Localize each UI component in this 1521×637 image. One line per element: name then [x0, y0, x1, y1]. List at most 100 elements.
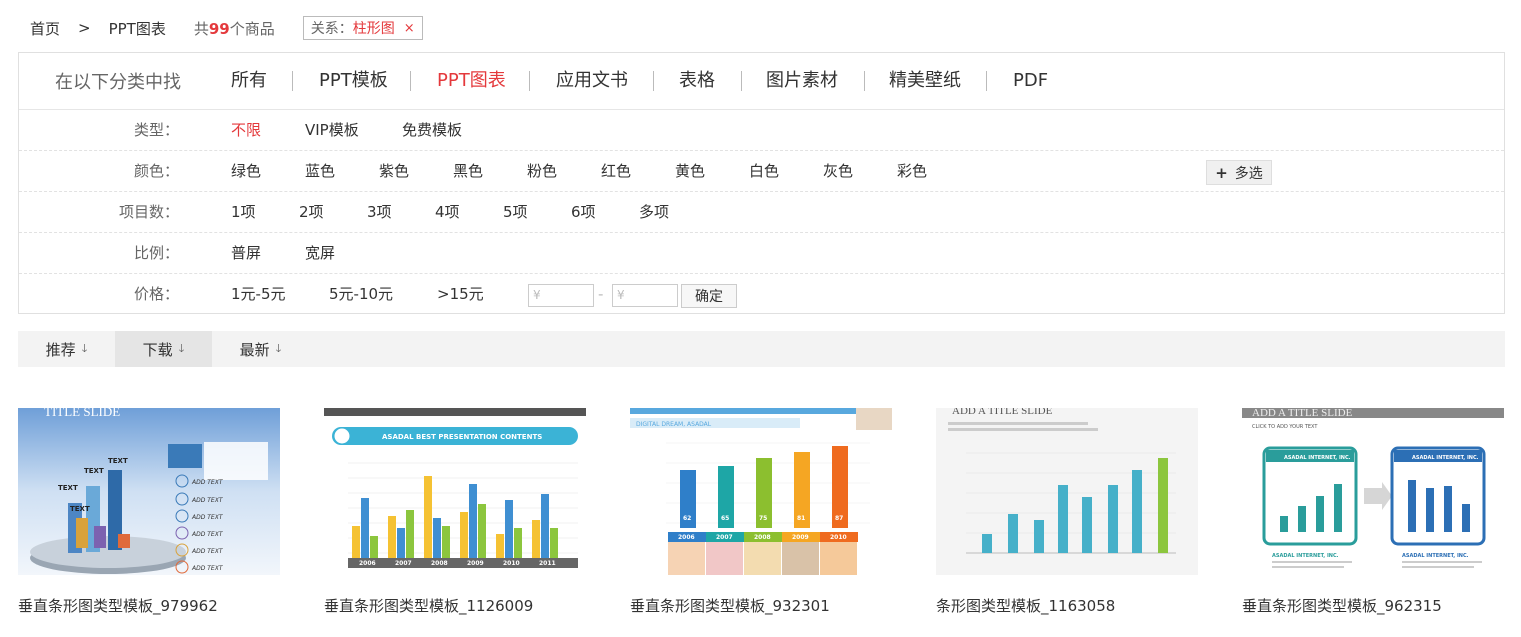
item-count-option[interactable]: 5项 [503, 192, 528, 232]
product-title[interactable]: 垂直条形图类型模板_932301 [630, 595, 892, 616]
thumb-year: 2010 [830, 534, 847, 541]
price-max-input[interactable]: ¥ [612, 284, 678, 307]
product-thumbnail[interactable]: TITLE SLIDE TEXT TEXT TEXT TEXT ADD TEXT… [18, 408, 280, 575]
color-option[interactable]: 彩色 [897, 151, 927, 191]
thumb-year: 2006 [678, 534, 695, 541]
sort-bar: 推荐 🡓 下载 🡓 最新 🡓 [18, 331, 1505, 367]
category-images[interactable]: 图片素材 [766, 53, 838, 109]
product-thumbnail[interactable]: ADD A TITLE SLIDE CLICK TO ADD YOUR TEXT… [1242, 408, 1504, 575]
category-divider [410, 71, 411, 91]
result-count: 共99个商品 [194, 18, 275, 39]
breadcrumb-home-link[interactable]: 首页 [30, 18, 60, 39]
ratio-option-wide[interactable]: 宽屏 [305, 233, 335, 273]
thumb-value: 65 [721, 515, 729, 522]
category-wallpapers[interactable]: 精美壁纸 [889, 53, 961, 109]
color-option[interactable]: 白色 [749, 151, 779, 191]
product-title[interactable]: 垂直条形图类型模板_1126009 [324, 595, 586, 616]
thumb-label: TEXT [108, 457, 128, 465]
arrow-down-icon: 🡓 [178, 341, 185, 355]
product-thumbnail[interactable]: ADD A TITLE SLIDE [936, 408, 1198, 575]
product-title[interactable]: 垂直条形图类型模板_962315 [1242, 595, 1504, 616]
thumb-panel-title: ASADAL INTERNET, INC. [1272, 553, 1339, 559]
color-option[interactable]: 粉色 [527, 151, 557, 191]
sort-downloads[interactable]: 下载 🡓 [115, 331, 212, 367]
thumb-add-text: ADD TEXT [191, 497, 224, 504]
result-count-prefix: 共 [193, 19, 209, 38]
thumb-add-text: ADD TEXT [191, 531, 224, 538]
price-option[interactable]: >15元 [437, 274, 484, 314]
category-documents[interactable]: 应用文书 [556, 53, 628, 109]
category-ppt-template[interactable]: PPT模板 [319, 53, 388, 109]
color-option[interactable]: 黄色 [675, 151, 705, 191]
item-count-option[interactable]: 2项 [299, 192, 324, 232]
product-card[interactable]: TITLE SLIDE TEXT TEXT TEXT TEXT ADD TEXT… [18, 408, 280, 616]
product-card[interactable]: ADD A TITLE SLIDE 条形图类型模板_1163058 [936, 408, 1198, 616]
price-option[interactable]: 5元-10元 [329, 274, 393, 314]
result-count-number: 99 [208, 19, 230, 38]
thumbnail-colorful-column-chart: DIGITAL DREAM, ASADAL 62 65 75 81 87 2006 200… [630, 408, 892, 575]
thumb-label: TEXT [70, 505, 90, 513]
thumb-header: ASADAL BEST PRESENTATION CONTENTS [382, 433, 542, 441]
item-count-option[interactable]: 4项 [435, 192, 460, 232]
category-tables[interactable]: 表格 [679, 53, 715, 109]
category-ppt-chart[interactable]: PPT图表 [437, 53, 506, 109]
breadcrumb-separator: > [78, 19, 91, 37]
color-option[interactable]: 红色 [601, 151, 631, 191]
thumb-year: 2008 [431, 560, 448, 567]
item-count-option[interactable]: 1项 [231, 192, 256, 232]
thumb-year: 2011 [539, 560, 556, 567]
color-option[interactable]: 灰色 [823, 151, 853, 191]
sort-recommended[interactable]: 推荐 🡓 [18, 331, 115, 367]
color-option[interactable]: 紫色 [379, 151, 409, 191]
category-divider [653, 71, 654, 91]
thumb-add-text: ADD TEXT [191, 565, 224, 572]
thumbnail-multicolor-bar-chart: ASADAL BEST PRESENTATION CONTENTS 2006 20… [324, 408, 586, 575]
thumb-label: TEXT [84, 467, 104, 475]
category-divider [529, 71, 530, 91]
filter-box: 在以下分类中找 所有 PPT模板 PPT图表 应用文书 表格 图片素材 精美壁纸… [18, 52, 1505, 314]
filter-tag-close-icon[interactable]: × [404, 21, 415, 36]
filter-row-ratio: 比例： 普屏 宽屏 [19, 233, 1504, 274]
arrow-down-icon: 🡓 [81, 341, 88, 355]
type-option-unlimited[interactable]: 不限 [231, 110, 261, 150]
category-divider [986, 71, 987, 91]
thumb-panel-title: ASADAL INTERNET, INC. [1402, 553, 1469, 559]
product-title[interactable]: 垂直条形图类型模板_979962 [18, 595, 280, 616]
item-count-option[interactable]: 6项 [571, 192, 596, 232]
thumb-value: 62 [683, 515, 691, 522]
filter-tag-value: 柱形图 [352, 21, 395, 37]
color-option[interactable]: 绿色 [231, 151, 261, 191]
type-option-free[interactable]: 免费模板 [402, 110, 462, 150]
product-thumbnail[interactable]: DIGITAL DREAM, ASADAL 62 65 75 81 87 2006 200… [630, 408, 892, 575]
product-card[interactable]: DIGITAL DREAM, ASADAL 62 65 75 81 87 2006 200… [630, 408, 892, 616]
thumb-year: 2010 [503, 560, 520, 567]
thumb-year: 2008 [754, 534, 771, 541]
item-count-option[interactable]: 3项 [367, 192, 392, 232]
product-title[interactable]: 条形图类型模板_1163058 [936, 595, 1198, 616]
price-min-input[interactable]: ¥ [528, 284, 594, 307]
thumb-add-text: ADD TEXT [191, 479, 224, 486]
color-option[interactable]: 蓝色 [305, 151, 335, 191]
thumb-click: CLICK TO ADD YOUR TEXT [1252, 424, 1318, 430]
ratio-option-standard[interactable]: 普屏 [231, 233, 261, 273]
breadcrumb-current[interactable]: PPT图表 [109, 18, 166, 39]
filter-tag-label: 关系： [310, 21, 353, 37]
price-confirm-button[interactable]: 确定 [681, 284, 737, 308]
type-option-vip[interactable]: VIP模板 [305, 110, 359, 150]
filter-label-type: 类型： [133, 121, 179, 139]
thumbnail-teal-bar-chart: ADD A TITLE SLIDE [936, 408, 1198, 575]
filter-label-price: 价格： [133, 285, 179, 303]
category-pdf[interactable]: PDF [1013, 53, 1048, 109]
product-card[interactable]: ADD A TITLE SLIDE CLICK TO ADD YOUR TEXT… [1242, 408, 1504, 616]
multi-select-button[interactable]: + 多选 [1206, 160, 1272, 185]
color-option[interactable]: 黑色 [453, 151, 483, 191]
category-all[interactable]: 所有 [231, 53, 267, 109]
sort-newest[interactable]: 最新 🡓 [212, 331, 309, 367]
product-card[interactable]: ASADAL BEST PRESENTATION CONTENTS 2006 20… [324, 408, 586, 616]
price-option[interactable]: 1元-5元 [231, 274, 286, 314]
item-count-option[interactable]: 多项 [639, 192, 669, 232]
category-divider [741, 71, 742, 91]
thumb-value: 81 [797, 515, 805, 522]
product-thumbnail[interactable]: ASADAL BEST PRESENTATION CONTENTS 2006 20… [324, 408, 586, 575]
thumb-panel-title: ASADAL INTERNET, INC. [1412, 455, 1479, 461]
